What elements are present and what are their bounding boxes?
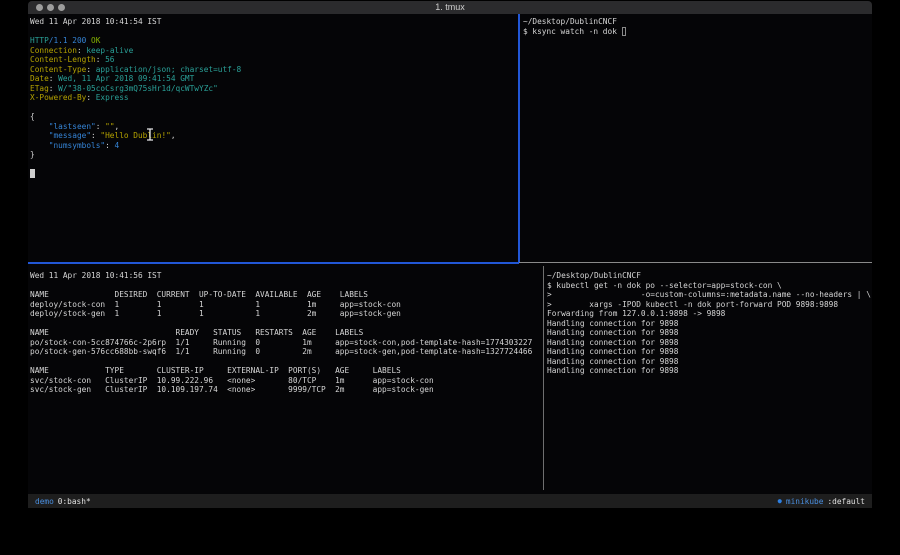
terminal-line: Handling connection for 9898: [547, 328, 872, 338]
terminal-line: Handling connection for 9898: [547, 347, 872, 357]
pane-ksync-watch[interactable]: ~/Desktop/DublinCNCF$ ksync watch -n dok: [521, 14, 872, 262]
terminal-line: $ kubectl get -n dok po --selector=app=s…: [547, 281, 872, 291]
terminal-line: [30, 103, 518, 113]
terminal-line: $ ksync watch -n dok: [523, 27, 872, 37]
terminal-line: [30, 160, 518, 170]
terminal-line: Handling connection for 9898: [547, 319, 872, 329]
terminal-line: Connection: keep-alive: [30, 46, 518, 56]
terminal-line: HTTP/1.1 200 OK: [30, 36, 518, 46]
terminal-window: 1. tmux Wed 11 Apr 2018 10:41:54 IST HTT…: [28, 1, 872, 508]
tmux-status-bar: demo 0:bash* ● minikube:default: [28, 494, 872, 508]
terminal-line: > -o=custom-columns=:metadata.name --no-…: [547, 290, 872, 300]
terminal-line: Forwarding from 127.0.0.1:9898 -> 9898: [547, 309, 872, 319]
terminal-line: Handling connection for 9898: [547, 366, 872, 376]
pane-port-forward[interactable]: ~/Desktop/DublinCNCF$ kubectl get -n dok…: [545, 264, 872, 492]
window-title: 1. tmux: [28, 2, 872, 12]
terminal-line: po/stock-con-5cc874766c-2p6rp 1/1 Runnin…: [30, 338, 543, 348]
pane-border-horizontal-inactive[interactable]: [519, 262, 872, 263]
window-titlebar[interactable]: 1. tmux: [28, 1, 872, 14]
terminal-line: "lastseen": "",: [30, 122, 518, 132]
terminal-line: NAME READY STATUS RESTARTS AGE LABELS: [30, 328, 543, 338]
terminal-line: Wed 11 Apr 2018 10:41:56 IST: [30, 271, 543, 281]
terminal-line: Content-Length: 56: [30, 55, 518, 65]
terminal-line: [30, 169, 518, 179]
terminal-line: Handling connection for 9898: [547, 357, 872, 367]
terminal-line: deploy/stock-gen 1 1 1 1 2m app=stock-ge…: [30, 309, 543, 319]
terminal-line: Handling connection for 9898: [547, 338, 872, 348]
terminal-line: Content-Type: application/json; charset=…: [30, 65, 518, 75]
terminal-line: [30, 27, 518, 37]
terminal-line: deploy/stock-con 1 1 1 1 1m app=stock-co…: [30, 300, 543, 310]
terminal-line: svc/stock-gen ClusterIP 10.109.197.74 <n…: [30, 385, 543, 395]
kube-context: minikube: [786, 497, 824, 506]
terminal-line: {: [30, 112, 518, 122]
status-left: demo 0:bash*: [35, 497, 91, 506]
mouse-ibeam-cursor: [146, 126, 154, 139]
pane-http-response[interactable]: Wed 11 Apr 2018 10:41:54 IST HTTP/1.1 20…: [28, 14, 518, 262]
terminal-line: > xargs -IPOD kubectl -n dok port-forwar…: [547, 300, 872, 310]
tmux-window-tab[interactable]: 0:bash*: [58, 497, 91, 506]
terminal-line: "numsymbols": 4: [30, 141, 518, 151]
terminal-line: po/stock-gen-576cc688bb-swqf6 1/1 Runnin…: [30, 347, 543, 357]
terminal-line: }: [30, 150, 518, 160]
pane-border-vertical-top[interactable]: [518, 14, 520, 263]
session-name: demo: [35, 497, 54, 506]
terminal-line: svc/stock-con ClusterIP 10.99.222.96 <no…: [30, 376, 543, 386]
terminal-line: NAME DESIRED CURRENT UP-TO-DATE AVAILABL…: [30, 290, 543, 300]
terminal-line: "message": "Hello Dublin!",: [30, 131, 518, 141]
terminal-line: ETag: W/"38-05coCsrg3mQ75sHr1d/qcWTwYZc": [30, 84, 518, 94]
terminal-line: [30, 281, 543, 291]
terminal-line: ~/Desktop/DublinCNCF: [547, 271, 872, 281]
terminal-line: ~/Desktop/DublinCNCF: [523, 17, 872, 27]
kubernetes-icon: ●: [778, 497, 782, 505]
terminal-line: NAME TYPE CLUSTER-IP EXTERNAL-IP PORT(S)…: [30, 366, 543, 376]
terminal-line: [30, 319, 543, 329]
terminal-line: Date: Wed, 11 Apr 2018 09:41:54 GMT: [30, 74, 518, 84]
terminal-line: Wed 11 Apr 2018 10:41:54 IST: [30, 17, 518, 27]
pane-border-vertical-bottom[interactable]: [543, 266, 544, 490]
kube-namespace: :default: [827, 497, 865, 506]
pane-kubectl-get[interactable]: Wed 11 Apr 2018 10:41:56 IST NAME DESIRE…: [28, 264, 543, 492]
terminal-line: [30, 357, 543, 367]
terminal-line: X-Powered-By: Express: [30, 93, 518, 103]
status-right: ● minikube:default: [778, 497, 865, 506]
